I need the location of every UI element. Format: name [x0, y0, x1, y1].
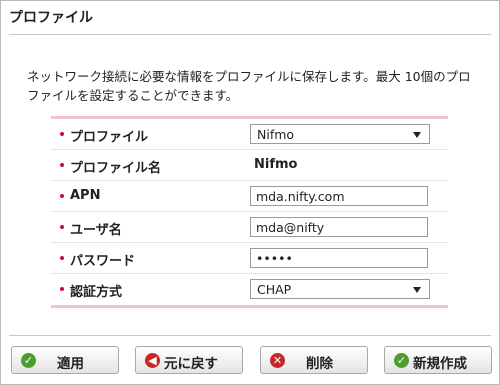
bullet-icon	[60, 163, 64, 167]
check-icon: ✓	[394, 353, 409, 368]
row-username: ユーザ名	[51, 212, 448, 243]
auth-method-label: 認証方式	[70, 285, 123, 300]
profile-label: プロファイル	[70, 130, 149, 145]
username-label: ユーザ名	[70, 223, 122, 238]
new-button-label: 新規作成	[413, 356, 467, 372]
row-auth-method: 認証方式 CHAP	[51, 274, 448, 304]
delete-button[interactable]: ✕ 削除	[260, 346, 368, 374]
password-input[interactable]	[250, 248, 428, 268]
bullet-icon	[60, 194, 64, 198]
bullet-icon	[60, 256, 64, 260]
revert-button[interactable]: ◀ 元に戻す	[135, 346, 243, 374]
apn-label: APN	[70, 188, 101, 203]
password-label: パスワード	[70, 254, 136, 269]
apply-button-label: 適用	[57, 356, 84, 372]
row-profile-name: プロファイル名 Nifmo	[51, 150, 448, 181]
auth-method-select[interactable]: CHAP	[250, 279, 430, 299]
bullet-icon	[60, 132, 64, 136]
dropdown-arrow-icon	[413, 287, 421, 293]
row-profile: プロファイル Nifmo	[51, 119, 448, 150]
dropdown-arrow-icon	[413, 132, 421, 138]
check-icon: ✓	[21, 353, 36, 368]
button-bar-divider	[9, 335, 491, 336]
row-password: パスワード	[51, 243, 448, 274]
delete-button-label: 削除	[306, 356, 333, 372]
profile-select[interactable]: Nifmo	[250, 124, 430, 144]
username-input[interactable]	[250, 217, 428, 237]
title-divider	[9, 34, 491, 35]
profile-name-value: Nifmo	[254, 157, 298, 172]
profile-select-value: Nifmo	[257, 127, 295, 142]
profile-panel: プロファイル ネットワーク接続に必要な情報をプロファイルに保存します。最大 10…	[0, 0, 500, 385]
page-description: ネットワーク接続に必要な情報をプロファイルに保存します。最大 10個のプロファイ…	[27, 69, 471, 103]
close-icon: ✕	[270, 353, 285, 368]
page-title: プロファイル	[9, 10, 93, 26]
revert-button-label: 元に戻す	[164, 356, 218, 372]
profile-name-label: プロファイル名	[70, 161, 162, 176]
bullet-icon	[60, 287, 64, 291]
auth-method-select-value: CHAP	[257, 282, 292, 297]
new-button[interactable]: ✓ 新規作成	[384, 346, 492, 374]
apn-input[interactable]	[250, 186, 428, 206]
form-bottom-border	[51, 305, 448, 308]
row-apn: APN	[51, 181, 448, 212]
bullet-icon	[60, 225, 64, 229]
apply-button[interactable]: ✓ 適用	[11, 346, 119, 374]
back-arrow-icon: ◀	[145, 353, 160, 368]
